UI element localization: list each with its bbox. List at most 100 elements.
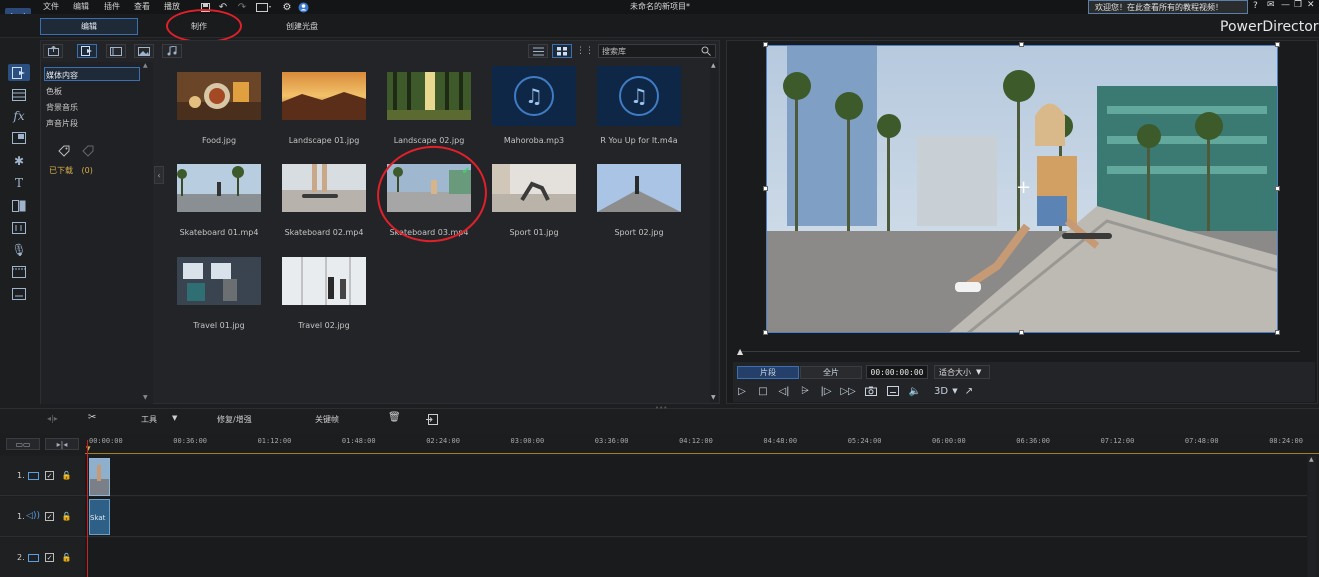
- scroll-down-arrow-icon[interactable]: ▼: [711, 394, 716, 401]
- pip-room-icon[interactable]: [8, 129, 30, 146]
- voice-over-room-icon[interactable]: 🎙: [8, 241, 30, 258]
- account-icon[interactable]: [297, 1, 309, 13]
- storyboard-view-button[interactable]: ▭▭: [6, 438, 40, 450]
- track-video-2[interactable]: [85, 538, 1307, 577]
- lock-icon[interactable]: 🔓: [61, 552, 72, 563]
- template-room-icon[interactable]: [8, 86, 30, 103]
- timecode-display[interactable]: 00:00:00:00: [866, 365, 928, 379]
- scroll-up-arrow-icon[interactable]: ▲: [711, 62, 716, 69]
- thumbnail-view-button[interactable]: [552, 44, 572, 58]
- library-search-input[interactable]: 搜索库: [598, 44, 716, 58]
- track-enable-checkbox[interactable]: ✓: [45, 512, 54, 521]
- minimize-icon[interactable]: —: [1281, 0, 1290, 10]
- filter-image-button[interactable]: [134, 44, 154, 58]
- threed-chevron-icon[interactable]: ▼: [948, 384, 962, 398]
- lock-icon[interactable]: 🔓: [61, 511, 72, 522]
- effects-room-icon[interactable]: fx: [8, 107, 30, 124]
- track-video-1[interactable]: [85, 456, 1307, 496]
- cat-scroll-up-arrow-icon[interactable]: ▲: [143, 62, 148, 69]
- tools-menu[interactable]: 工具: [141, 414, 157, 425]
- aspect-ratio-icon[interactable]: [255, 1, 273, 13]
- tools-chevron-icon[interactable]: ▼: [172, 414, 177, 422]
- media-item-food[interactable]: Food.jpg: [177, 72, 261, 145]
- lock-icon[interactable]: 🔓: [61, 470, 72, 481]
- splitter-handle[interactable]: •••: [655, 404, 667, 412]
- welcome-banner[interactable]: 欢迎您！在此查看所有的教程视频！: [1088, 0, 1248, 14]
- filter-audio-button[interactable]: [162, 44, 182, 58]
- menu-edit[interactable]: 编辑: [73, 1, 89, 12]
- timeline-scroll-up-arrow-icon[interactable]: ▲: [1309, 456, 1314, 463]
- filter-all-media-button[interactable]: [77, 44, 97, 58]
- snapshot-camera-icon[interactable]: [864, 384, 878, 398]
- track-enable-checkbox[interactable]: ✓: [45, 471, 54, 480]
- media-item-skateboard-01[interactable]: Skateboard 01.mp4: [177, 164, 261, 237]
- keyframe-button[interactable]: 关键帧: [315, 414, 339, 425]
- clip-mode-tab[interactable]: 片段: [737, 366, 799, 379]
- fix-enhance-button[interactable]: 修复/增强: [217, 414, 252, 425]
- cat-scroll-down-arrow-icon[interactable]: ▼: [143, 394, 148, 401]
- stop-icon[interactable]: □: [756, 384, 770, 398]
- split-track-icon[interactable]: ◂|▸: [47, 414, 58, 423]
- restore-icon[interactable]: ❐: [1294, 0, 1302, 10]
- category-downloaded[interactable]: 已下载 (0): [49, 165, 93, 176]
- tab-edit[interactable]: 编辑: [40, 18, 138, 35]
- import-media-button[interactable]: [43, 44, 63, 58]
- filter-video-button[interactable]: [106, 44, 126, 58]
- track-enable-checkbox[interactable]: ✓: [45, 553, 54, 562]
- preview-video-frame[interactable]: +: [766, 45, 1278, 333]
- volume-icon[interactable]: 🔈: [908, 384, 922, 398]
- resize-handle[interactable]: [763, 186, 768, 191]
- list-view-button[interactable]: [528, 44, 548, 58]
- media-item-skateboard-02[interactable]: Skateboard 02.mp4: [282, 164, 366, 237]
- close-icon[interactable]: ✕: [1307, 0, 1315, 10]
- help-button[interactable]: ?: [1253, 1, 1258, 11]
- audio-mixing-room-icon[interactable]: [8, 219, 30, 236]
- category-color-boards[interactable]: 色板: [46, 86, 62, 97]
- resize-handle[interactable]: [1019, 330, 1024, 335]
- category-media-content[interactable]: 媒体内容: [46, 70, 78, 81]
- timeline-video-clip[interactable]: [89, 458, 110, 496]
- feedback-icon[interactable]: ✉: [1267, 0, 1275, 10]
- movie-mode-tab[interactable]: 全片: [800, 366, 862, 379]
- category-sound-clips[interactable]: 声音片段: [46, 118, 78, 129]
- resize-handle[interactable]: [763, 330, 768, 335]
- transition-room-icon[interactable]: [8, 197, 30, 214]
- scrub-marker-icon[interactable]: ▲: [737, 347, 743, 356]
- scissors-icon[interactable]: ✂: [88, 412, 96, 423]
- media-item-sport-02[interactable]: Sport 02.jpg: [597, 164, 681, 237]
- fit-timeline-button[interactable]: ▸|◂: [45, 438, 79, 450]
- zoom-fit-select[interactable]: 适合大小 ▼: [934, 365, 990, 379]
- next-frame-icon[interactable]: |▷: [819, 384, 833, 398]
- media-item-landscape-02[interactable]: Landscape 02.jpg: [387, 72, 471, 145]
- tab-create-disc[interactable]: 创建光盘: [258, 18, 346, 35]
- media-item-sport-01[interactable]: Sport 01.jpg: [492, 164, 576, 237]
- previous-frame-icon[interactable]: ◁|: [777, 384, 791, 398]
- media-item-landscape-01[interactable]: Landscape 01.jpg: [282, 72, 366, 145]
- subtitle-icon[interactable]: [886, 384, 900, 398]
- collapse-category-button[interactable]: ‹: [154, 166, 164, 184]
- fast-forward-icon[interactable]: ▷▷: [840, 384, 855, 398]
- track-audio-1[interactable]: [85, 497, 1307, 537]
- menu-playback[interactable]: 播放: [164, 1, 180, 12]
- subtitle-room-icon[interactable]: [8, 285, 30, 302]
- media-item-travel-01[interactable]: Travel 01.jpg: [177, 257, 261, 330]
- settings-gear-icon[interactable]: ⚙: [281, 1, 293, 13]
- particle-room-icon[interactable]: ✱: [8, 152, 30, 169]
- timeline-vertical-scrollbar[interactable]: [1308, 456, 1316, 577]
- playhead-line[interactable]: [87, 440, 88, 577]
- tag-icon[interactable]: [56, 143, 72, 159]
- play-icon[interactable]: ▷: [735, 384, 749, 398]
- resize-handle[interactable]: [1275, 186, 1280, 191]
- media-room-icon[interactable]: [8, 64, 30, 81]
- resize-handle[interactable]: [1275, 330, 1280, 335]
- menu-file[interactable]: 文件: [43, 1, 59, 12]
- search-icon[interactable]: [700, 45, 712, 57]
- split-marker-icon[interactable]: ⩥: [798, 384, 812, 398]
- title-room-icon[interactable]: T: [8, 174, 30, 191]
- menu-view[interactable]: 查看: [134, 1, 150, 12]
- delete-trash-icon[interactable]: 🗑: [388, 412, 401, 423]
- add-to-timeline-icon[interactable]: [426, 414, 438, 427]
- tag-remove-icon[interactable]: [80, 143, 96, 159]
- media-item-travel-02[interactable]: Travel 02.jpg: [282, 257, 366, 330]
- media-item-r-you-up-for-it[interactable]: ♫ R You Up for It.m4a: [597, 66, 681, 145]
